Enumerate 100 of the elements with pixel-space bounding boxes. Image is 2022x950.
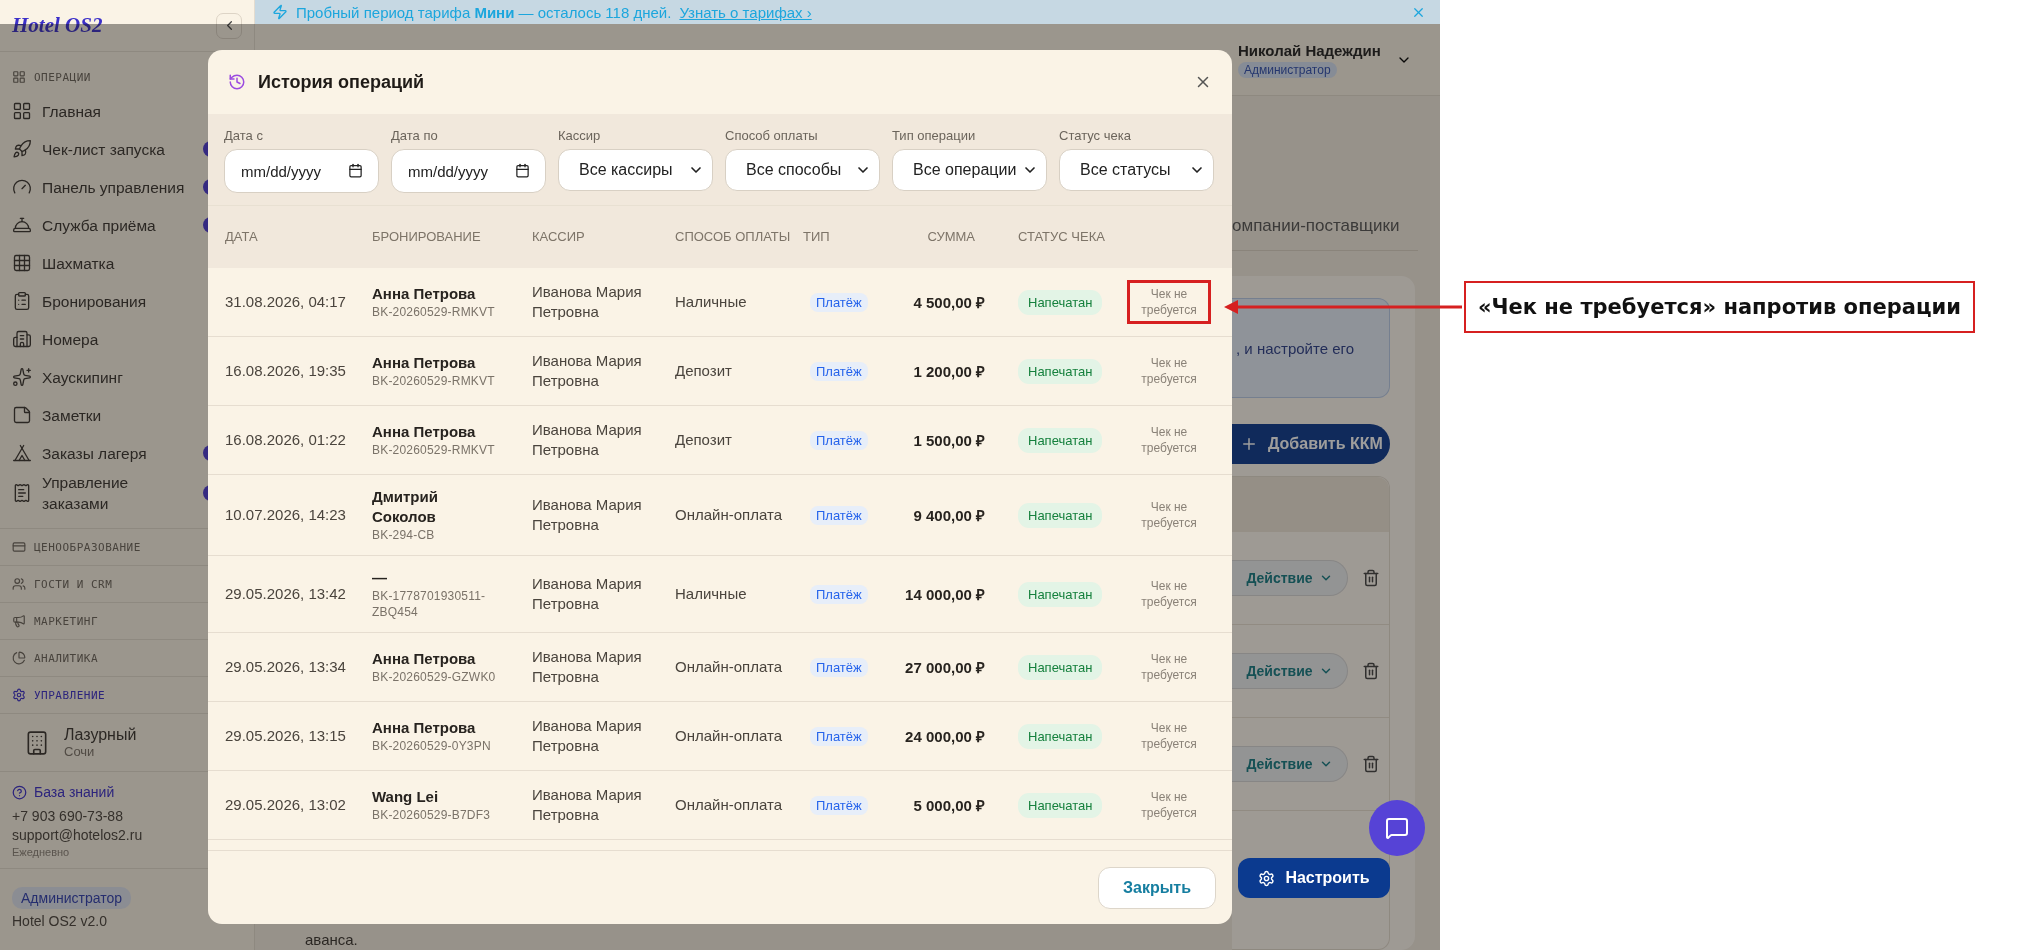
receipt-note: Чек не требуется	[1140, 424, 1198, 456]
type-badge: Платёж	[810, 292, 868, 312]
guest-name: Анна Петрова	[372, 284, 477, 304]
footnote-text: аванса.	[305, 931, 359, 948]
property-name: Лазурный	[64, 726, 137, 744]
action-button[interactable]: Действие	[1232, 746, 1348, 782]
guest-name: Анна Петрова	[372, 422, 477, 442]
email-text: support@hotelos2.ru	[12, 827, 144, 843]
booking-code: BK-20260529-RMKVT	[372, 373, 496, 389]
amount-cell-text: 1 500,00 ₽	[912, 431, 985, 450]
tent-icon	[12, 443, 32, 463]
payment-method-cell-text: Онлайн-оплата	[675, 795, 783, 815]
nav-item[interactable]: Шахматка	[0, 244, 254, 282]
payment-method-cell-text: Наличные	[675, 292, 748, 312]
date-field[interactable]: mm/dd/yyyy	[391, 149, 546, 193]
receipt-note: Чек не требуется	[1140, 789, 1198, 821]
column-header: ДАТА	[225, 229, 259, 245]
booking-code: BK-20260529-0Y3PN	[372, 738, 492, 754]
clipboard-icon	[12, 291, 32, 311]
close-button[interactable]: Закрыть	[1097, 866, 1216, 909]
filter-label: Статус чека	[1059, 128, 1132, 143]
cashier-cell-text: Иванова Мария Петровна	[532, 495, 643, 535]
annotation-text: «Чек не требуется» напротив операции	[1478, 295, 1961, 319]
action-button[interactable]: Действие	[1232, 560, 1348, 596]
type-badge: Платёж	[810, 795, 868, 815]
plus-icon	[1240, 435, 1258, 453]
filter-label: Тип операции	[892, 128, 977, 143]
sparkles-icon	[12, 367, 32, 387]
column-header: ТИП	[803, 229, 831, 245]
cashier-cell-text: Иванова Мария Петровна	[532, 785, 643, 825]
guest-name: Анна Петрова	[372, 353, 477, 373]
cashier-cell-text: Иванова Мария Петровна	[532, 420, 643, 460]
column-header: КАССИР	[532, 229, 586, 245]
type-badge: Платёж	[810, 430, 868, 450]
type-badge: Платёж	[810, 361, 868, 381]
action-button[interactable]: Действие	[1232, 653, 1348, 689]
payment-method-cell-text: Депозит	[675, 361, 733, 381]
column-header: СУММА	[926, 229, 976, 245]
booking-code: BK-20260529-RMKVT	[372, 442, 496, 458]
role-badge: Администратор	[1238, 61, 1337, 78]
users-icon	[12, 577, 26, 591]
configure-button[interactable]: Настроить	[1238, 858, 1390, 898]
status-badge: Напечатан	[1018, 792, 1103, 818]
nav-item[interactable]: Номера	[0, 320, 254, 358]
help-icon	[12, 784, 27, 800]
date-cell-text: 31.08.2026, 04:17	[225, 292, 347, 312]
collapse-button[interactable]	[216, 12, 242, 39]
column-header: БРОНИРОВАНИЕ	[372, 229, 482, 245]
grid-icon	[12, 101, 32, 121]
gear-icon	[1258, 869, 1276, 887]
payment-method-cell-text: Онлайн-оплата	[675, 726, 783, 746]
filter-label: Дата с	[224, 128, 264, 143]
note-icon	[12, 405, 32, 425]
payment-method-cell-text: Онлайн-оплата	[675, 657, 783, 677]
type-badge: Платёж	[810, 584, 868, 604]
guest-name: —	[372, 568, 388, 588]
receipt-icon	[12, 483, 32, 503]
info-text: , и настройте его	[1236, 339, 1354, 357]
calendar-icon	[348, 163, 363, 178]
guest-name: Дмитрий Соколов	[372, 487, 439, 527]
guest-name: Wang Lei	[372, 787, 440, 807]
date-cell-text: 29.05.2026, 13:15	[225, 726, 347, 746]
status-badge: Напечатан	[1018, 723, 1103, 749]
filter-select[interactable]: Все статусы	[1059, 149, 1214, 191]
section-title: ОПЕРАЦИИ	[34, 70, 91, 84]
user-name: Николай Надеждин	[1238, 41, 1381, 59]
cashier-cell-text: Иванова Мария Петровна	[532, 716, 643, 756]
receipt-note: Чек не требуется	[1140, 720, 1198, 752]
receipt-note: Чек не требуется	[1140, 578, 1198, 610]
booking-code: BK-1778701930511-ZBQ454	[372, 588, 487, 620]
megaphone-icon	[12, 614, 26, 628]
tab[interactable]: омпании-поставщики	[1232, 216, 1400, 235]
amount-cell-text: 14 000,00 ₽	[904, 585, 985, 604]
filter-label: Дата по	[391, 128, 439, 143]
trash-icon[interactable]	[1362, 755, 1380, 773]
payment-method-cell-text: Онлайн-оплата	[675, 505, 783, 525]
trash-icon[interactable]	[1362, 569, 1380, 587]
booking-code: BK-294-CB	[372, 527, 436, 543]
date-cell-text: 16.08.2026, 19:35	[225, 361, 347, 381]
rocket-icon	[12, 139, 32, 159]
lightning-icon	[272, 4, 288, 20]
type-badge: Платёж	[810, 505, 868, 525]
trial-banner-text: Пробный период тарифа Мини — осталось 118 дней.	[296, 3, 672, 21]
filter-select[interactable]: Все операции	[892, 149, 1047, 191]
amount-cell-text: 24 000,00 ₽	[904, 727, 985, 746]
property-city: Сочи	[64, 744, 96, 759]
nav-item[interactable]: Главная	[0, 92, 254, 130]
status-badge: Напечатан	[1018, 581, 1103, 607]
status-badge: Напечатан	[1018, 654, 1103, 680]
date-field[interactable]: mm/dd/yyyy	[224, 149, 379, 193]
trash-icon[interactable]	[1362, 662, 1380, 680]
filter-select[interactable]: Все кассиры	[558, 149, 713, 191]
add-button[interactable]: Добавить ККМ	[1232, 424, 1390, 464]
calendar-icon	[515, 163, 530, 178]
amount-cell-text: 1 200,00 ₽	[912, 362, 985, 381]
guest-name: Анна Петрова	[372, 649, 477, 669]
receipt-note: Чек не требуется	[1140, 499, 1198, 531]
history-icon	[228, 73, 246, 91]
filter-select[interactable]: Все способы	[725, 149, 880, 191]
guest-name: Анна Петрова	[372, 718, 477, 738]
